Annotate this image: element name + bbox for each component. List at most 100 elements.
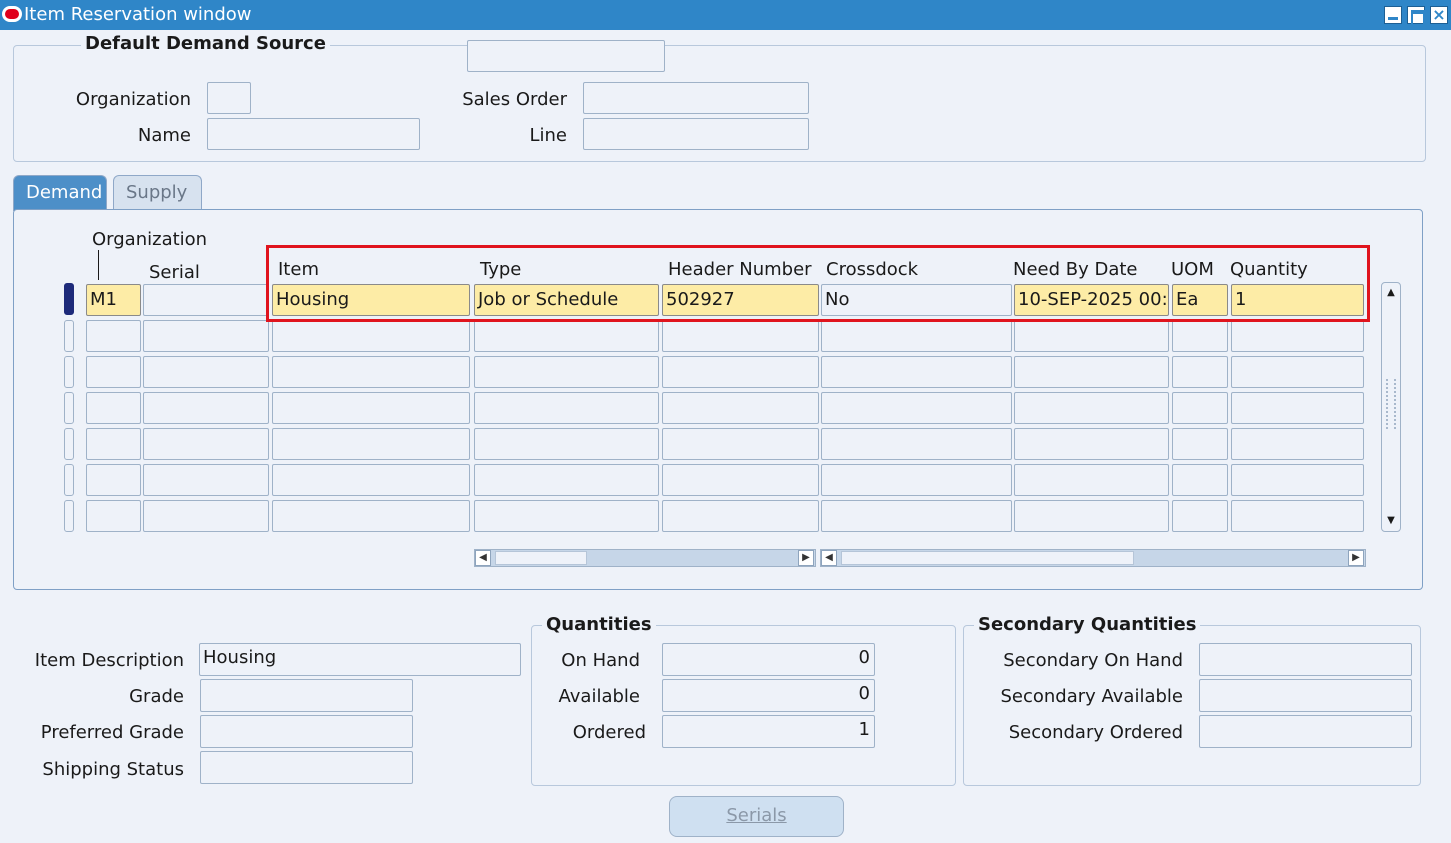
horizontal-scrollbar-left[interactable]: ◀ ▶ bbox=[474, 549, 816, 567]
grid-cell-empty[interactable] bbox=[1231, 464, 1364, 496]
grade-field[interactable] bbox=[200, 679, 413, 712]
horizontal-scrollbar-right[interactable]: ◀ ▶ bbox=[820, 549, 1366, 567]
grid-cell-empty[interactable] bbox=[86, 392, 141, 424]
shipping-status-field[interactable] bbox=[200, 751, 413, 784]
line-field[interactable] bbox=[583, 118, 809, 150]
grid-cell-empty[interactable] bbox=[1231, 392, 1364, 424]
grid-cell-empty[interactable] bbox=[474, 356, 659, 388]
grid-cell-empty[interactable] bbox=[1172, 356, 1228, 388]
grid-cell-empty[interactable] bbox=[1172, 392, 1228, 424]
grid-cell-empty[interactable] bbox=[143, 428, 269, 460]
grid-cell-empty[interactable] bbox=[143, 392, 269, 424]
grid-cell-empty[interactable] bbox=[1014, 320, 1169, 352]
row-indicator[interactable] bbox=[64, 320, 74, 352]
scroll-left-icon[interactable]: ◀ bbox=[821, 550, 837, 566]
grid-cell-empty[interactable] bbox=[272, 428, 470, 460]
secondary-available-field[interactable] bbox=[1199, 679, 1412, 712]
grid-cell-empty[interactable] bbox=[143, 500, 269, 532]
row-indicator[interactable] bbox=[64, 392, 74, 424]
grid-cell-empty[interactable] bbox=[821, 356, 1012, 388]
grid-cell-empty[interactable] bbox=[143, 464, 269, 496]
grid-cell-empty[interactable] bbox=[1231, 320, 1364, 352]
title-bar: Item Reservation window × bbox=[0, 0, 1451, 30]
grid-cell-empty[interactable] bbox=[272, 320, 470, 352]
ordered-field[interactable]: 1 bbox=[662, 715, 875, 748]
grid-cell-empty[interactable] bbox=[662, 356, 819, 388]
grid-cell-empty[interactable] bbox=[474, 428, 659, 460]
grid-cell-empty[interactable] bbox=[1172, 500, 1228, 532]
grid-cell-empty[interactable] bbox=[821, 320, 1012, 352]
row-indicator[interactable] bbox=[64, 428, 74, 460]
grid-cell-empty[interactable] bbox=[821, 500, 1012, 532]
name-field[interactable] bbox=[207, 118, 420, 150]
grid-cell-empty[interactable] bbox=[1172, 320, 1228, 352]
organization-field[interactable] bbox=[207, 82, 251, 114]
grid-cell-empty[interactable] bbox=[1231, 356, 1364, 388]
row-indicator-current[interactable] bbox=[64, 283, 74, 315]
scroll-right-icon[interactable]: ▶ bbox=[798, 550, 814, 566]
grid-cell-empty[interactable] bbox=[474, 500, 659, 532]
row-indicator[interactable] bbox=[64, 500, 74, 532]
secondary-on-hand-field[interactable] bbox=[1199, 643, 1412, 676]
row-indicator[interactable] bbox=[64, 464, 74, 496]
scroll-right-icon[interactable]: ▶ bbox=[1348, 550, 1364, 566]
vertical-scrollbar[interactable]: ▲ ▼ bbox=[1381, 282, 1401, 532]
grid-cell-empty[interactable] bbox=[86, 320, 141, 352]
grid-cell-empty[interactable] bbox=[662, 464, 819, 496]
grid-cell-empty[interactable] bbox=[272, 392, 470, 424]
grid-cell-empty[interactable] bbox=[1014, 428, 1169, 460]
minimize-icon[interactable] bbox=[1384, 6, 1402, 24]
item-description-label: Item Description bbox=[34, 650, 184, 671]
line-label: Line bbox=[529, 125, 567, 146]
grid-cell-empty[interactable] bbox=[662, 320, 819, 352]
grid-cell-empty[interactable] bbox=[86, 464, 141, 496]
tab-supply[interactable]: Supply bbox=[113, 175, 202, 211]
grid-cell-empty[interactable] bbox=[662, 428, 819, 460]
scroll-down-icon[interactable]: ▼ bbox=[1384, 513, 1398, 529]
grid-cell-empty[interactable] bbox=[662, 500, 819, 532]
grid-cell-empty[interactable] bbox=[86, 428, 141, 460]
grid-cell-empty[interactable] bbox=[474, 464, 659, 496]
scroll-left-icon[interactable]: ◀ bbox=[475, 550, 491, 566]
grid-cell-empty[interactable] bbox=[86, 356, 141, 388]
item-description-field[interactable]: Housing bbox=[199, 643, 521, 676]
tab-demand[interactable]: Demand bbox=[13, 175, 107, 211]
demand-source-top-field[interactable] bbox=[467, 40, 665, 72]
grid-cell-empty[interactable] bbox=[1172, 464, 1228, 496]
grid-cell-empty[interactable] bbox=[821, 464, 1012, 496]
sales-order-field[interactable] bbox=[583, 82, 809, 114]
grid-cell-empty[interactable] bbox=[86, 500, 141, 532]
grid-cell-empty[interactable] bbox=[821, 428, 1012, 460]
serials-button[interactable]: Serials bbox=[669, 796, 844, 837]
grid-cell-empty[interactable] bbox=[474, 320, 659, 352]
grid-cell-empty[interactable] bbox=[1014, 392, 1169, 424]
grid-cell-empty[interactable] bbox=[1172, 428, 1228, 460]
preferred-grade-field[interactable] bbox=[200, 715, 413, 748]
grid-cell-empty[interactable] bbox=[821, 392, 1012, 424]
highlight-box bbox=[266, 245, 1370, 322]
grid-cell-empty[interactable] bbox=[272, 500, 470, 532]
grid-cell-empty[interactable] bbox=[1014, 500, 1169, 532]
grid-cell-empty[interactable] bbox=[662, 392, 819, 424]
on-hand-field[interactable]: 0 bbox=[662, 643, 875, 676]
close-icon[interactable]: × bbox=[1430, 6, 1448, 24]
scroll-up-icon[interactable]: ▲ bbox=[1384, 285, 1398, 301]
grid-cell-empty[interactable] bbox=[143, 320, 269, 352]
row-indicator[interactable] bbox=[64, 356, 74, 388]
grid-cell-empty[interactable] bbox=[272, 356, 470, 388]
grid-cell-empty[interactable] bbox=[143, 356, 269, 388]
grid-cell-empty[interactable] bbox=[474, 392, 659, 424]
grid-cell-empty[interactable] bbox=[1014, 356, 1169, 388]
available-field[interactable]: 0 bbox=[662, 679, 875, 712]
scroll-thumb[interactable] bbox=[841, 551, 1134, 565]
grid-cell-empty[interactable] bbox=[1231, 428, 1364, 460]
grid-cell-empty[interactable] bbox=[1014, 464, 1169, 496]
cell-serial[interactable] bbox=[143, 284, 269, 316]
organization-label: Organization bbox=[75, 89, 191, 110]
maximize-icon[interactable] bbox=[1407, 6, 1425, 26]
grid-cell-empty[interactable] bbox=[1231, 500, 1364, 532]
cell-organization[interactable]: M1 bbox=[86, 284, 141, 316]
secondary-ordered-field[interactable] bbox=[1199, 715, 1412, 748]
scroll-thumb[interactable] bbox=[495, 551, 587, 565]
grid-cell-empty[interactable] bbox=[272, 464, 470, 496]
